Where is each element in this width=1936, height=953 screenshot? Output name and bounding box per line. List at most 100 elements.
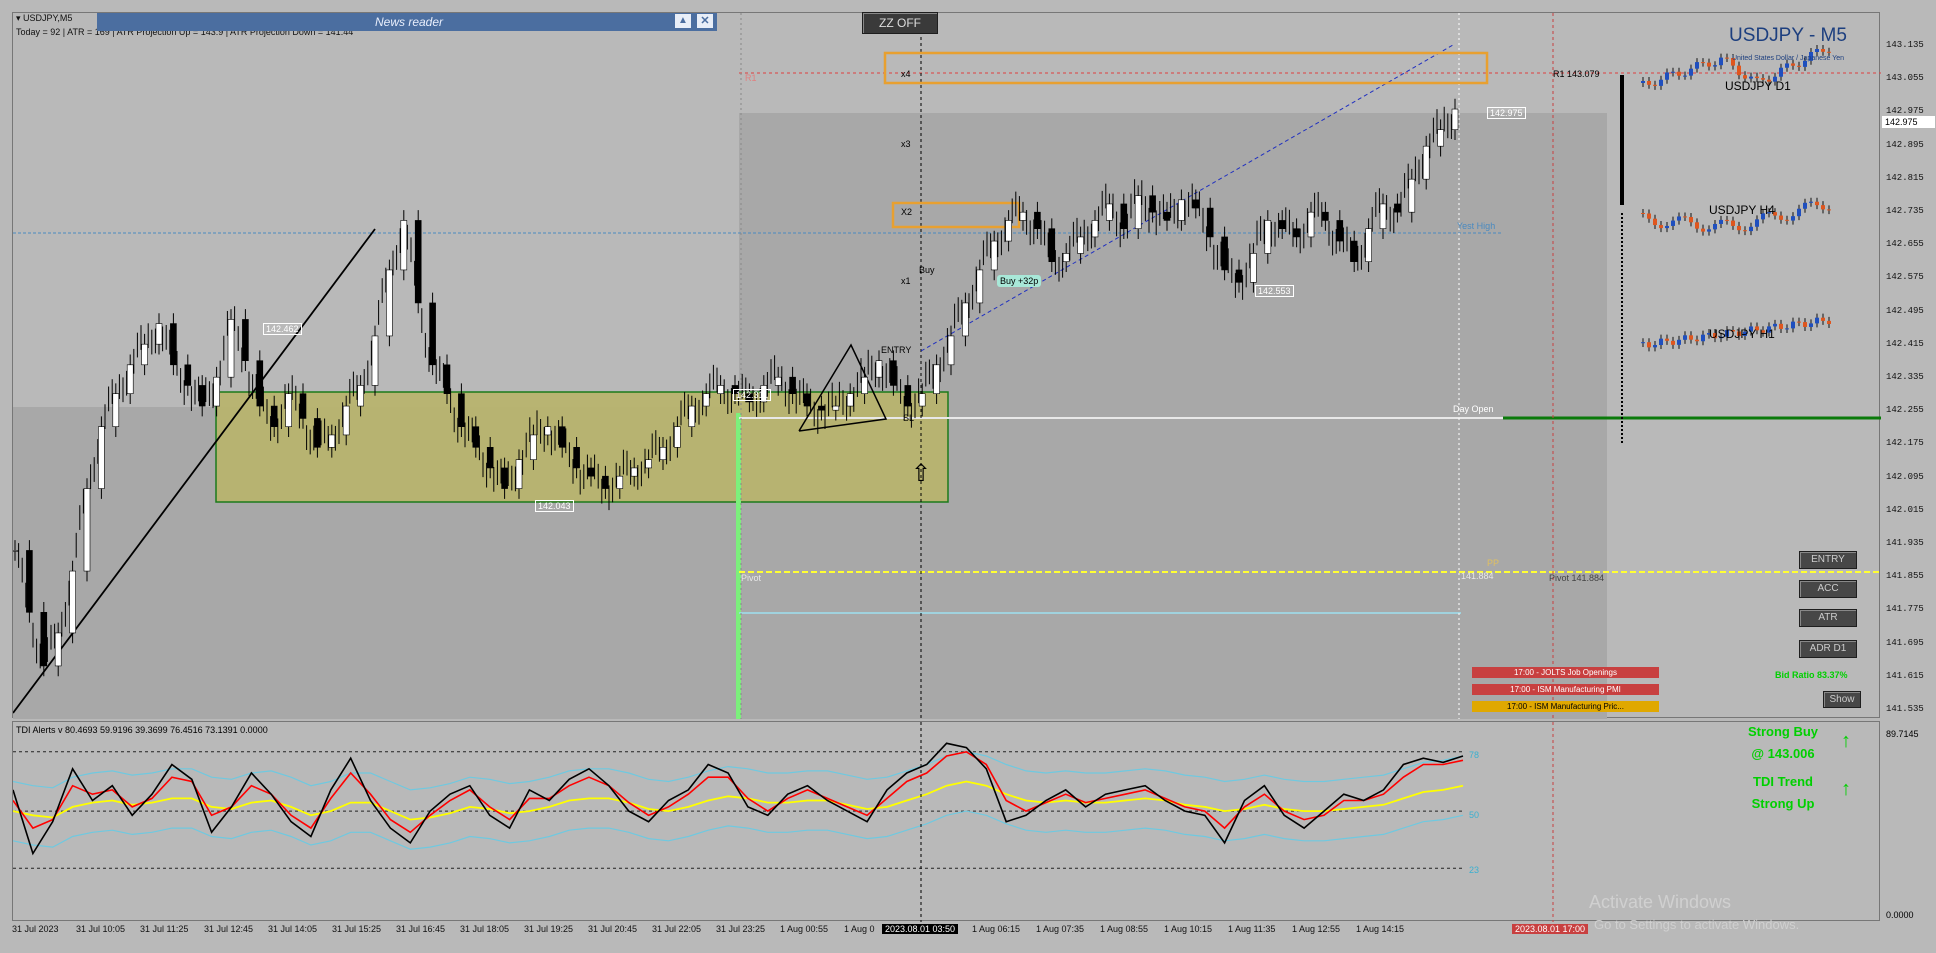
buy-mark: Buy [919, 265, 935, 275]
collapse-icon[interactable]: ▲ [675, 14, 691, 28]
buy-pips-badge: Buy +32p [997, 275, 1042, 287]
strong-buy-price: @ 143.006 [1751, 746, 1815, 761]
candle-body [141, 343, 148, 366]
price-tick-label: 142.415 [1886, 338, 1924, 349]
watermark-title: Activate Windows [1589, 892, 1732, 912]
time-tick-label: 31 Jul 18:05 [460, 924, 510, 934]
box-top-label: 142.311 [733, 389, 771, 401]
entry-button[interactable]: ENTRY [1799, 551, 1857, 569]
mini-candle-body [1791, 63, 1795, 66]
tdi-axis-bottom: 0.0000 [1886, 910, 1914, 920]
tdi-lower-band [13, 810, 1464, 850]
candle-body [400, 220, 408, 271]
mini-candle-body [1641, 81, 1645, 83]
mini-candle-body [1677, 339, 1681, 345]
mini-candle-body [1815, 201, 1819, 206]
mini-chart-d1-title: USDJPY D1 [1725, 79, 1791, 93]
mini-candle-body [1665, 338, 1669, 341]
up-arrow-icon: ⇧ [911, 459, 931, 487]
candle-body [976, 269, 984, 304]
mini-candle-body [1653, 84, 1657, 86]
candle-body [40, 612, 48, 667]
candle-body [1134, 195, 1142, 229]
mini-candle-body [1659, 225, 1663, 229]
close-icon[interactable]: ✕ [697, 14, 713, 28]
candle-body [1149, 195, 1156, 213]
time-tick-label: 31 Jul 15:25 [332, 924, 382, 934]
price-tick-label: 142.095 [1886, 471, 1924, 482]
candle-body [1408, 178, 1416, 213]
watermark-text: Go to Settings to activate Windows. [1594, 917, 1800, 932]
atr-button[interactable]: ATR [1799, 609, 1857, 627]
candle-body [54, 632, 62, 667]
mini-candle-body [1797, 65, 1801, 67]
event-item[interactable]: 17:00 - ISM Manufacturing Pric... [1472, 701, 1659, 712]
time-tick-label: 31 Jul 10:05 [76, 924, 126, 934]
mini-candle-body [1827, 51, 1831, 53]
candle-body [443, 364, 451, 394]
candle-body [1278, 220, 1286, 229]
mini-candle-body [1779, 67, 1783, 77]
mini-candle-body [1641, 342, 1645, 344]
mini-candle-body [1791, 216, 1795, 221]
price-tick-label: 142.895 [1886, 139, 1924, 150]
news-reader-bar[interactable]: News reader ▲ ✕ [97, 13, 717, 31]
mini-candle-body [1737, 65, 1741, 76]
mini-candle-body [1797, 321, 1801, 323]
candle-body [458, 393, 465, 427]
candle-body [573, 447, 580, 469]
mini-candle-body [1647, 81, 1651, 85]
candle-body [962, 302, 969, 337]
candle-body [198, 385, 206, 407]
show-button[interactable]: Show [1823, 691, 1861, 708]
mini-candle-body [1827, 320, 1831, 324]
candle-body [501, 467, 508, 489]
candle-body [13, 550, 19, 552]
time-tick-label: 1 Aug 00:55 [780, 924, 829, 934]
mini-candle-body [1737, 225, 1741, 231]
main-price-chart[interactable]: ⇧ R1 R1 143.079 Yest High Day Open PP 14… [12, 12, 1881, 719]
candle-body [1019, 211, 1027, 221]
acc-button[interactable]: ACC [1799, 580, 1857, 598]
event-item[interactable]: 17:00 - JOLTS Job Openings [1472, 667, 1659, 678]
price-tick-label: 142.815 [1886, 172, 1924, 183]
candle-body [1350, 240, 1358, 262]
candle-body [270, 405, 278, 427]
price-tick-label: 141.935 [1886, 538, 1924, 548]
mini-candle-body [1809, 323, 1813, 327]
candle-body [789, 376, 796, 394]
candle-body [1422, 145, 1430, 180]
symbol-text: USDJPY,M5 [23, 13, 73, 23]
zz-off-button[interactable]: ZZ OFF [862, 12, 938, 34]
event-item[interactable]: 17:00 - ISM Manufacturing PMI [1472, 684, 1659, 695]
mini-candle-body [1731, 220, 1735, 226]
mini-candle-body [1827, 209, 1831, 211]
symbol-label: ▾ USDJPY,M5 [16, 13, 73, 23]
time-tick-label: 31 Jul 23:25 [716, 924, 766, 934]
mini-candle-body [1701, 228, 1705, 232]
candle-body [890, 360, 897, 386]
time-tick-label: 1 Aug 10:15 [1164, 924, 1213, 934]
candle-body [1264, 220, 1272, 254]
mini-candle-body [1665, 72, 1669, 80]
mini-candle-body [1755, 76, 1759, 79]
mini-candle-body [1755, 219, 1759, 227]
mini-candle-body [1809, 201, 1813, 203]
price-tick-label: 141.855 [1886, 571, 1924, 582]
time-tick-label: 1 Aug 0 [844, 924, 875, 934]
mini-chart-h1-title: USDJPY H1 [1709, 327, 1775, 341]
adr-d1-button[interactable]: ADR D1 [1799, 640, 1857, 658]
tdi-subchart[interactable]: TDI Alerts v 80.4693 59.9196 39.3699 76.… [12, 721, 1880, 922]
candle-body [285, 393, 292, 427]
tdi-level-50: 50 [1469, 810, 1480, 820]
chart-subtitle: United States Dollar / Japanese Yen [1731, 55, 1845, 62]
mini-candle-body [1713, 223, 1717, 230]
candle-body [558, 426, 566, 448]
candle-body [1120, 203, 1128, 229]
candle-body [530, 434, 537, 460]
crosshair-time-tag: 2023.08.01 03:50 [882, 924, 959, 934]
mini-candle-body [1683, 335, 1687, 340]
candle-body [314, 418, 321, 448]
candle-body [213, 376, 220, 407]
mini-candle-body [1785, 328, 1789, 330]
